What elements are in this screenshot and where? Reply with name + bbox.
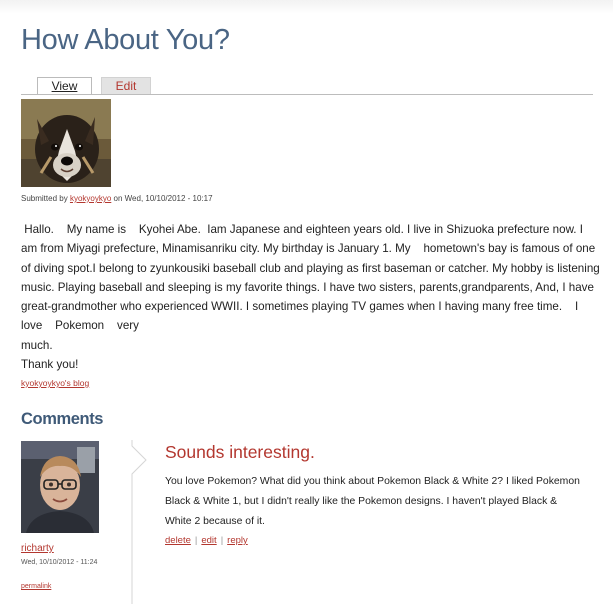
comment-date: Wed, 10/10/2012 - 11:24	[21, 559, 98, 566]
user-avatar-photo	[21, 441, 99, 533]
top-bar	[0, 0, 613, 14]
link-separator: |	[194, 535, 198, 546]
submitted-prefix: Submitted by	[21, 194, 68, 203]
dog-photo	[21, 99, 111, 187]
post-body: Hallo. My name is Kyohei Abe. Iam Japane…	[21, 220, 601, 374]
tab-divider	[21, 94, 593, 95]
comment-author-link[interactable]: richarty	[21, 543, 54, 554]
comment-body: You love Pokemon? What did you think abo…	[165, 476, 580, 527]
blog-link[interactable]: kyokyoykyo's blog	[21, 378, 89, 388]
body-paragraph: Hallo. My name is Kyohei Abe. Iam Japane…	[21, 223, 603, 333]
comment-actions: delete | edit | reply	[165, 535, 248, 546]
comments-heading: Comments	[21, 410, 104, 428]
delete-link[interactable]: delete	[165, 535, 191, 546]
edit-comment-link[interactable]: edit	[201, 535, 216, 546]
tab-edit[interactable]: Edit	[101, 77, 151, 95]
permalink-link[interactable]: permalink	[21, 583, 51, 590]
link-separator: |	[220, 535, 224, 546]
reply-link[interactable]: reply	[227, 535, 248, 546]
submitted-date: on Wed, 10/10/2012 - 10:17	[113, 194, 213, 203]
body-paragraph: Thank you!	[21, 358, 79, 372]
comment-title: Sounds interesting.	[165, 442, 315, 462]
body-paragraph: much.	[21, 338, 53, 352]
page-title: How About You?	[21, 24, 230, 56]
author-link[interactable]: kyokyoykyo	[70, 194, 111, 203]
tab-view[interactable]: View	[37, 77, 92, 95]
submitted-info: Submitted by kyokyoykyo on Wed, 10/10/20…	[21, 194, 213, 203]
comment-divider	[131, 440, 147, 604]
